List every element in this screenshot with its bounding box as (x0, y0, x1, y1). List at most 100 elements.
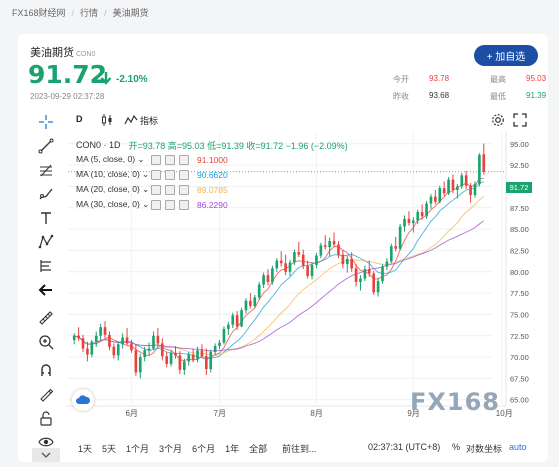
ma-settings-icon[interactable] (165, 184, 175, 195)
ma-label: MA (30, close, 0) ⌄ (76, 199, 150, 209)
candle-body (165, 356, 169, 364)
candle-body (306, 265, 309, 277)
candle-body (478, 154, 481, 184)
instrument-name: 美油期货 CON0 (30, 44, 95, 60)
zoom-in-icon[interactable] (36, 332, 56, 352)
candle-body (205, 356, 208, 370)
crosshair-icon[interactable] (36, 112, 56, 132)
forecast-icon[interactable] (36, 256, 56, 276)
candle-body (160, 343, 164, 357)
interval-selector[interactable]: D (76, 114, 83, 124)
watermark-logo: FX168 (410, 388, 500, 416)
fib-retracement-icon[interactable] (36, 160, 56, 180)
prev-close-value: 93.68 (429, 91, 450, 100)
candle-body (394, 246, 398, 249)
ma-eye-icon[interactable] (151, 199, 161, 210)
range-button[interactable]: 3个月 (159, 442, 182, 455)
candle-body (376, 281, 380, 293)
candle-body (412, 220, 415, 224)
candle-body (178, 355, 182, 370)
indicators-label[interactable]: 指标 (140, 114, 158, 127)
candle-body (231, 315, 235, 325)
ma-close-icon[interactable] (179, 199, 189, 210)
open-value: 93.78 (429, 74, 450, 83)
candle-body (257, 284, 261, 298)
breadcrumb-current: 美油期货 (112, 8, 149, 18)
trend-line-icon[interactable] (36, 136, 56, 156)
ma-eye-icon[interactable] (151, 169, 161, 180)
instrument-title: 美油期货 (30, 47, 74, 59)
ma-eye-icon[interactable] (151, 154, 161, 165)
ma-settings-icon[interactable] (165, 154, 175, 165)
lock-icon[interactable] (36, 408, 56, 428)
chevron-down-icon (41, 452, 51, 458)
legend-symbol[interactable]: CON0 · 1D (76, 140, 121, 150)
ma-legend-row[interactable]: MA (10, close, 0) ⌄ 90.6620 (76, 167, 348, 182)
candle-body (416, 212, 420, 221)
range-button[interactable]: 全部 (249, 442, 267, 455)
ma-eye-icon[interactable] (151, 184, 161, 195)
ma-legend-row[interactable]: MA (20, close, 0) ⌄ 89.0785 (76, 182, 348, 197)
y-tick-label: 95.00 (510, 140, 529, 149)
add-watchlist-button[interactable]: + 加自选 (474, 45, 538, 66)
drawing-toolbar (32, 110, 62, 447)
high-value: 95.03 (526, 74, 547, 83)
y-tick-label: 72.50 (510, 332, 529, 341)
candle-body (460, 175, 464, 187)
high-label: 最高 (490, 75, 506, 84)
candle-body (213, 345, 217, 352)
ma-legend-row[interactable]: MA (30, close, 0) ⌄ 86.2290 (76, 197, 348, 212)
y-tick-label: 80.00 (510, 268, 529, 277)
chart-topbar: D 指标 (66, 110, 530, 130)
candle-type-icon[interactable] (100, 113, 114, 127)
goto-date-button[interactable]: 前往到... (282, 442, 317, 455)
candle-body (328, 241, 331, 248)
auto-scale-toggle[interactable]: auto (509, 442, 527, 452)
ma-settings-icon[interactable] (165, 199, 175, 210)
ma-close-icon[interactable] (179, 184, 189, 195)
x-tick-label: 6月 (125, 409, 137, 418)
clock-readout: 02:37:31 (UTC+8) (368, 442, 441, 452)
candle-body (341, 254, 345, 265)
text-tool-icon[interactable] (36, 208, 56, 228)
cloud-logo-icon[interactable] (72, 389, 94, 411)
range-button[interactable]: 1天 (78, 442, 92, 455)
candle-body (323, 245, 327, 248)
change-percent: -2.10% (116, 74, 148, 85)
candle-body (456, 186, 459, 190)
ruler-icon[interactable] (36, 308, 56, 328)
fullscreen-icon[interactable] (513, 113, 527, 127)
candle-body (482, 154, 486, 172)
last-price-badge: 91.72 (506, 182, 532, 193)
range-button[interactable]: 5天 (102, 442, 116, 455)
ma-close-icon[interactable] (179, 154, 189, 165)
range-button[interactable]: 1个月 (126, 442, 149, 455)
ma-value: 86.2290 (197, 199, 228, 210)
ma-legend-row[interactable]: MA (5, close, 0) ⌄ 91.1000 (76, 152, 348, 167)
candle-body (407, 218, 411, 224)
y-tick-label: 67.50 (510, 374, 529, 383)
candle-body (284, 263, 287, 272)
indicators-icon[interactable] (124, 114, 138, 126)
breadcrumb-section[interactable]: 行情 (80, 6, 98, 19)
breadcrumb-site[interactable]: FX168财经网 (12, 6, 66, 19)
percent-scale-toggle[interactable]: % (452, 442, 460, 452)
arrow-left-icon[interactable] (36, 280, 56, 300)
log-scale-toggle[interactable]: 对数坐标 (466, 442, 502, 455)
candle-body (279, 260, 283, 264)
magnet-icon[interactable] (36, 360, 56, 380)
ma-close-icon[interactable] (179, 169, 189, 180)
range-button[interactable]: 1年 (225, 442, 239, 455)
quote-timestamp: 2023-09-29 02:37:28 (30, 92, 105, 101)
candle-body (240, 310, 243, 327)
range-button[interactable]: 6个月 (192, 442, 215, 455)
pattern-icon[interactable] (36, 232, 56, 252)
toolbar-expand-button[interactable] (32, 448, 60, 462)
settings-icon[interactable] (491, 113, 505, 127)
candle-body (381, 266, 384, 282)
pencil-lock-icon[interactable] (36, 384, 56, 404)
ma-settings-icon[interactable] (165, 169, 175, 180)
ma-line (74, 220, 485, 352)
brush-icon[interactable] (36, 184, 56, 204)
low-label: 最低 (490, 92, 506, 101)
